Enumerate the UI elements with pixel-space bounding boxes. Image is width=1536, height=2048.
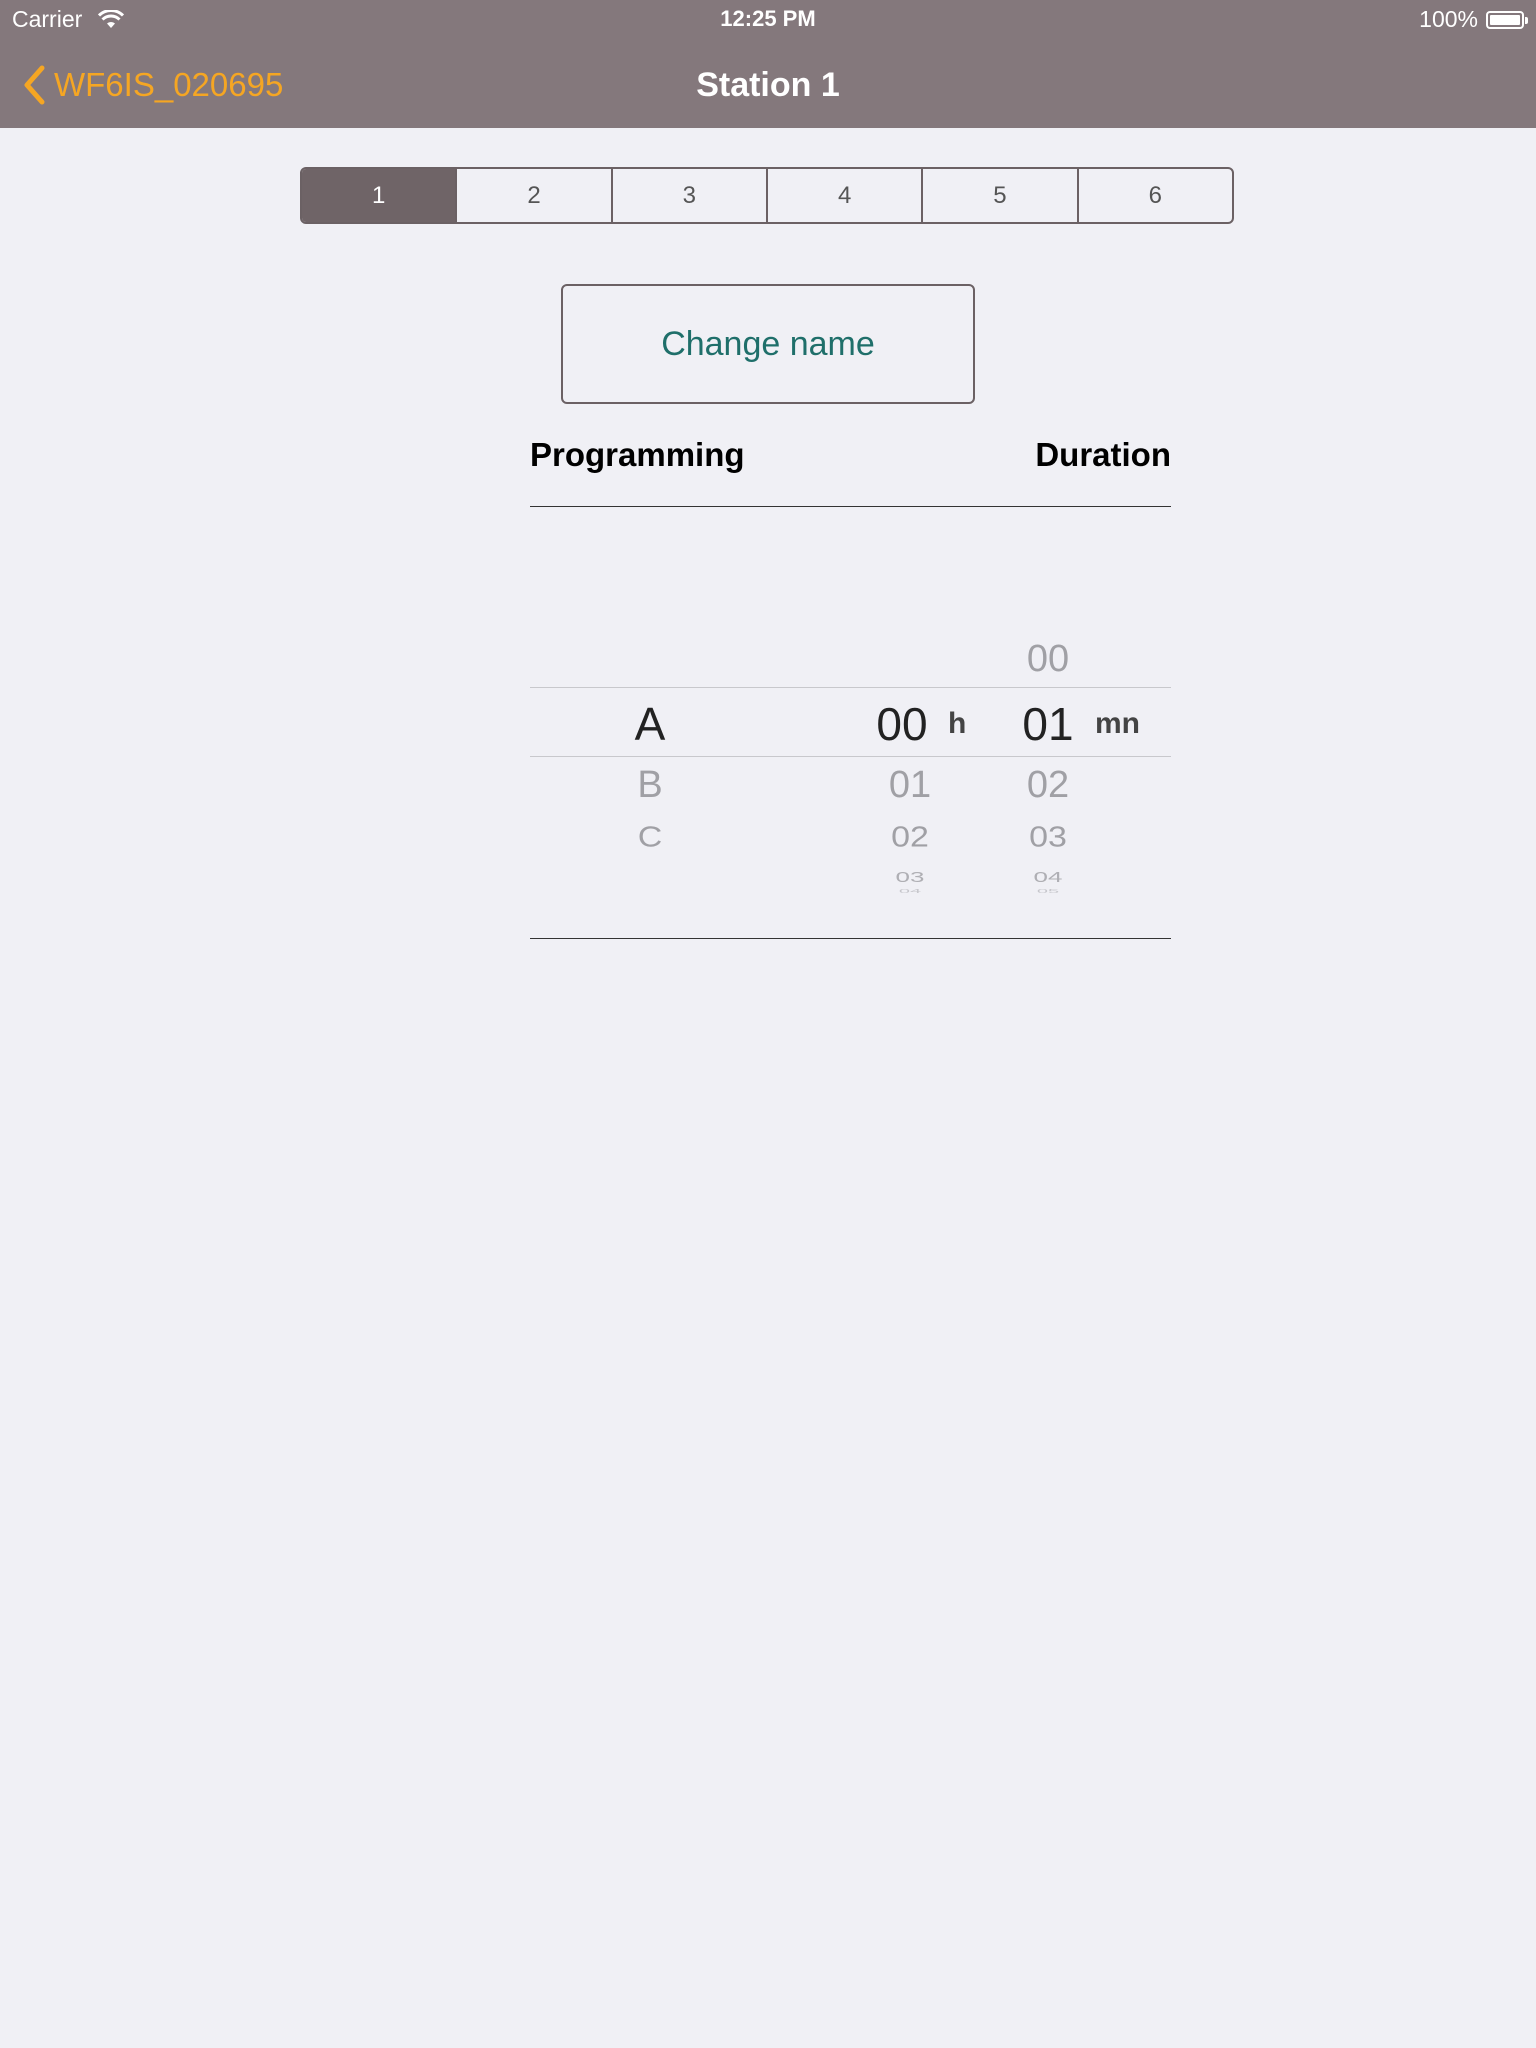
minutes-option[interactable]: 00 bbox=[1008, 638, 1088, 681]
minutes-option[interactable]: 02 bbox=[1008, 764, 1088, 807]
change-name-button[interactable]: Change name bbox=[561, 284, 975, 404]
hours-option-selected[interactable]: 00 bbox=[862, 697, 942, 751]
hours-unit: h bbox=[948, 707, 967, 740]
station-segmented-control: 1 2 3 4 5 6 bbox=[300, 167, 1234, 224]
chevron-left-icon bbox=[24, 65, 45, 105]
segment-4[interactable]: 4 bbox=[765, 169, 921, 222]
segment-2[interactable]: 2 bbox=[455, 169, 610, 222]
back-button-label: WF6IS_020695 bbox=[54, 66, 284, 103]
selection-line-top bbox=[530, 687, 1171, 688]
status-time: 12:25 PM bbox=[720, 6, 816, 31]
battery-icon bbox=[1486, 10, 1528, 29]
segment-5[interactable]: 5 bbox=[921, 169, 1076, 222]
divider-bottom bbox=[530, 938, 1171, 939]
minutes-unit: mn bbox=[1095, 707, 1140, 740]
program-option[interactable]: B bbox=[610, 764, 690, 807]
minutes-option[interactable]: 04 bbox=[1008, 869, 1088, 886]
duration-picker[interactable]: A B C 00 h 01 02 03 04 00 01 mn 02 03 04… bbox=[530, 560, 1171, 900]
program-option-selected[interactable]: A bbox=[610, 697, 690, 751]
battery-status: 100% bbox=[1419, 6, 1528, 33]
navigation-bar: Carrier 12:25 PM 100% Station 1 WF6IS_02… bbox=[0, 0, 1536, 128]
hours-option[interactable]: 02 bbox=[870, 821, 950, 854]
battery-percent: 100% bbox=[1419, 6, 1478, 32]
programming-header: Programming bbox=[530, 436, 745, 473]
hours-option[interactable]: 01 bbox=[870, 764, 950, 807]
hours-option[interactable]: 03 bbox=[870, 869, 950, 886]
hours-option[interactable]: 04 bbox=[870, 889, 950, 895]
segment-1[interactable]: 1 bbox=[302, 169, 456, 222]
segment-3[interactable]: 3 bbox=[610, 169, 766, 222]
duration-header: Duration bbox=[1035, 436, 1171, 473]
minutes-option[interactable]: 05 bbox=[1008, 889, 1088, 895]
back-button[interactable]: WF6IS_020695 bbox=[22, 62, 283, 108]
program-option[interactable]: C bbox=[610, 821, 690, 854]
divider-top bbox=[530, 506, 1171, 507]
minutes-option-selected[interactable]: 01 bbox=[1008, 697, 1088, 751]
selection-line-bottom bbox=[530, 756, 1171, 757]
minutes-option[interactable]: 03 bbox=[1008, 821, 1088, 854]
segment-6[interactable]: 6 bbox=[1076, 169, 1232, 222]
